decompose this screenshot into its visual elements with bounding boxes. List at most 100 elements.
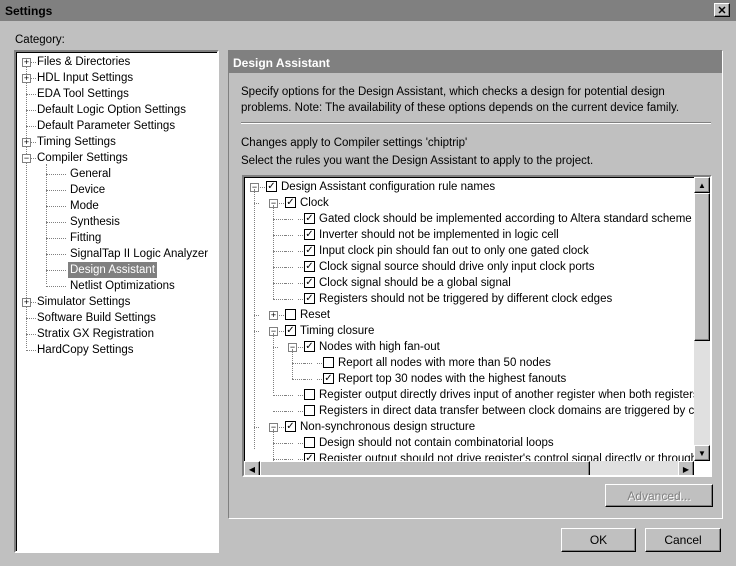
select-rules-text: Select the rules you want the Design Ass… <box>241 155 594 167</box>
rule-item[interactable]: ✓ Input clock pin should fan out to only … <box>244 243 694 259</box>
scroll-right-icon[interactable]: ▶ <box>678 461 694 475</box>
category-item[interactable]: SignalTap II Logic Analyzer <box>16 246 216 262</box>
category-item[interactable]: HardCopy Settings <box>16 342 216 358</box>
tree-line <box>285 219 293 220</box>
tree-line <box>273 429 274 461</box>
rule-item[interactable]: − ✓ Nodes with high fan-out <box>244 339 694 355</box>
category-item[interactable]: + Timing Settings <box>16 134 216 150</box>
checked-checkbox[interactable]: ✓ <box>323 373 334 384</box>
category-item[interactable]: Stratix GX Registration <box>16 326 216 342</box>
tree-line <box>317 363 322 364</box>
expand-icon[interactable]: + <box>269 311 278 320</box>
rule-item[interactable]: + Reset <box>244 307 694 323</box>
rule-item[interactable]: Register output directly drives input of… <box>244 387 694 403</box>
category-label: Device <box>70 184 106 196</box>
rule-item[interactable]: − ✓ Clock <box>244 195 694 211</box>
checked-checkbox[interactable]: ✓ <box>266 181 277 192</box>
checked-checkbox[interactable]: ✓ <box>304 245 315 256</box>
checked-checkbox[interactable]: ✓ <box>304 341 315 352</box>
category-label: Default Logic Option Settings <box>37 104 186 116</box>
tree-line <box>285 267 293 268</box>
tree-line <box>46 286 66 287</box>
expand-icon[interactable]: + <box>22 138 31 147</box>
category-item[interactable]: Software Build Settings <box>16 310 216 326</box>
checked-checkbox[interactable]: ✓ <box>304 213 315 224</box>
collapse-icon[interactable]: − <box>22 154 31 163</box>
rule-item[interactable]: Registers in direct data transfer betwee… <box>244 403 694 419</box>
category-item[interactable]: Device <box>16 182 216 198</box>
scroll-down-icon[interactable]: ▼ <box>694 445 710 461</box>
expand-icon[interactable]: + <box>22 298 31 307</box>
unchecked-checkbox[interactable] <box>323 357 334 368</box>
close-icon[interactable]: ✕ <box>714 3 730 17</box>
vertical-scrollbar[interactable]: ▲ ▼ <box>694 177 710 461</box>
category-item[interactable]: EDA Tool Settings <box>16 86 216 102</box>
unchecked-checkbox[interactable] <box>285 309 296 320</box>
expand-icon[interactable]: + <box>22 74 31 83</box>
category-item[interactable]: Mode <box>16 198 216 214</box>
rule-label: Report all nodes with more than 50 nodes <box>338 357 551 369</box>
checked-checkbox[interactable]: ✓ <box>285 197 296 208</box>
rule-item[interactable]: ✓ Clock signal source should drive only i… <box>244 259 694 275</box>
rule-item[interactable]: ✓ Register output should not drive regist… <box>244 451 694 461</box>
tree-line <box>298 459 303 460</box>
expand-icon[interactable]: + <box>22 58 31 67</box>
checked-checkbox[interactable]: ✓ <box>304 453 315 461</box>
category-item[interactable]: + Files & Directories <box>16 54 216 70</box>
checked-checkbox[interactable]: ✓ <box>304 277 315 288</box>
category-item[interactable]: Netlist Optimizations <box>16 278 216 294</box>
rule-item[interactable]: ✓ Clock signal should be a global signal <box>244 275 694 291</box>
checked-checkbox[interactable]: ✓ <box>285 421 296 432</box>
rule-item[interactable]: Report all nodes with more than 50 nodes <box>244 355 694 371</box>
rule-item[interactable]: − ✓ Timing closure <box>244 323 694 339</box>
scroll-up-icon[interactable]: ▲ <box>694 177 710 193</box>
category-item[interactable]: Fitting <box>16 230 216 246</box>
tree-line <box>46 222 66 223</box>
category-item[interactable]: Default Parameter Settings <box>16 118 216 134</box>
tree-line <box>285 459 293 460</box>
advanced-button[interactable]: Advanced... <box>605 484 713 507</box>
unchecked-checkbox[interactable] <box>304 405 315 416</box>
checked-checkbox[interactable]: ✓ <box>304 293 315 304</box>
tree-line <box>26 334 36 335</box>
rule-item[interactable]: ✓ Gated clock should be implemented accor… <box>244 211 694 227</box>
category-item[interactable]: General <box>16 166 216 182</box>
category-item[interactable]: Default Logic Option Settings <box>16 102 216 118</box>
unchecked-checkbox[interactable] <box>304 389 315 400</box>
category-label: Fitting <box>70 232 102 244</box>
tree-line <box>298 395 303 396</box>
tree-line <box>46 238 66 239</box>
category-label: SignalTap II Logic Analyzer <box>70 248 209 260</box>
tree-line <box>298 235 303 236</box>
rule-item[interactable]: ✓ Report top 30 nodes with the highest fa… <box>244 371 694 387</box>
rule-item[interactable]: − ✓ Non-synchronous design structure <box>244 419 694 435</box>
category-tree[interactable]: + Files & Directories + HDL Input Settings E… <box>14 50 219 553</box>
category-item[interactable]: − Compiler Settings <box>16 150 216 166</box>
tree-line <box>298 251 303 252</box>
vertical-scroll-thumb[interactable] <box>694 193 710 341</box>
horizontal-scroll-thumb[interactable] <box>260 461 590 475</box>
checked-checkbox[interactable]: ✓ <box>285 325 296 336</box>
unchecked-checkbox[interactable] <box>304 437 315 448</box>
ok-button[interactable]: OK <box>561 528 636 552</box>
rule-label: Report top 30 nodes with the highest fan… <box>338 373 567 385</box>
category-item[interactable]: + HDL Input Settings <box>16 70 216 86</box>
rule-label: Non-synchronous design structure <box>300 421 476 433</box>
category-item[interactable]: + Simulator Settings <box>16 294 216 310</box>
rule-item[interactable]: − ✓ Design Assistant configuration rule na… <box>244 179 694 195</box>
rule-item[interactable]: ✓ Inverter should not be implemented in l… <box>244 227 694 243</box>
category-label: Stratix GX Registration <box>37 328 154 340</box>
rule-item[interactable]: ✓ Registers should not be triggered by di… <box>244 291 694 307</box>
horizontal-scrollbar[interactable]: ◀ ▶ <box>244 461 694 475</box>
tree-line <box>285 283 293 284</box>
scroll-left-icon[interactable]: ◀ <box>244 461 260 475</box>
cancel-button[interactable]: Cancel <box>645 528 721 552</box>
checked-checkbox[interactable]: ✓ <box>304 229 315 240</box>
category-label: Simulator Settings <box>37 296 131 308</box>
category-item[interactable]: Synthesis <box>16 214 216 230</box>
tree-line <box>298 219 303 220</box>
rules-tree[interactable]: − ✓ Design Assistant configuration rule na… <box>242 175 712 477</box>
checked-checkbox[interactable]: ✓ <box>304 261 315 272</box>
category-item[interactable]: Design Assistant <box>16 262 216 278</box>
rule-item[interactable]: Design should not contain combinatorial … <box>244 435 694 451</box>
